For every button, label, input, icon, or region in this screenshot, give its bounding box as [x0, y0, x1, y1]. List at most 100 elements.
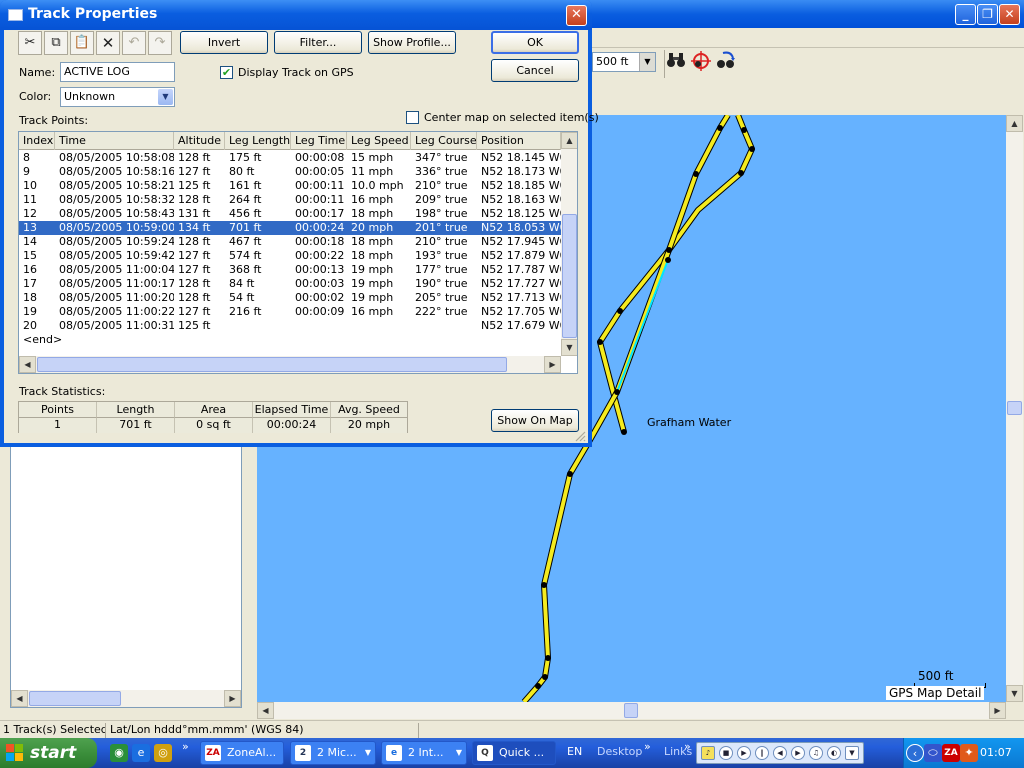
task-button-internet[interactable]: e 2 Int... ▼	[381, 741, 467, 765]
chevron-up-icon[interactable]: ▲	[1006, 115, 1023, 132]
copy-icon[interactable]: ⧉	[44, 31, 68, 55]
chevron-right-icon[interactable]: ▶	[224, 690, 241, 707]
chevron-down-icon[interactable]: ▼	[1006, 685, 1023, 702]
minimize-button[interactable]: _	[955, 4, 976, 25]
table-cell: 20 mph	[351, 221, 394, 234]
next-icon[interactable]: ▶	[791, 746, 805, 760]
chevron-left-icon[interactable]: ◀	[19, 356, 36, 373]
play-icon[interactable]: ▶	[737, 746, 751, 760]
display-on-gps-checkbox[interactable]: ✔	[220, 66, 233, 79]
task-button-microsoft[interactable]: 2 2 Mic... ▼	[290, 741, 376, 765]
app-close-button[interactable]: ✕	[999, 4, 1020, 25]
scroll-thumb[interactable]	[562, 214, 577, 338]
column-header-position[interactable]: Position	[477, 132, 561, 150]
find-next-icon[interactable]	[714, 51, 738, 75]
quicklaunch-icon[interactable]: ◎	[154, 744, 172, 762]
language-indicator[interactable]: EN	[567, 745, 582, 758]
chevron-down-icon[interactable]: ▼	[845, 746, 859, 760]
map-vscroll[interactable]: ▲ ▼	[1006, 115, 1023, 702]
show-on-map-button[interactable]: Show On Map	[491, 409, 579, 432]
previous-icon[interactable]: ◀	[773, 746, 787, 760]
zonealarm-icon[interactable]: ZA	[942, 744, 960, 762]
track-points-hscroll[interactable]: ◀ ▶	[19, 356, 561, 373]
name-input[interactable]: ACTIVE LOG	[60, 62, 175, 82]
chevron-right-icon[interactable]: ▶	[544, 356, 561, 373]
binoculars-icon[interactable]	[664, 51, 688, 75]
filter-button[interactable]: Filter...	[274, 31, 362, 54]
redo-icon[interactable]: ↷	[148, 31, 172, 55]
ie-icon[interactable]: e	[132, 744, 150, 762]
track-points-vscroll[interactable]: ▲ ▼	[561, 132, 577, 356]
chevron-down-icon[interactable]: ▼	[561, 339, 577, 356]
table-row[interactable]: 19 08/05/2005 11:00:22 127 ft 216 ft 00:00:0…	[19, 305, 561, 319]
column-header-leg-time[interactable]: Leg Time	[291, 132, 347, 150]
resize-grip-icon[interactable]	[574, 430, 586, 442]
task-button-quick[interactable]: Q Quick ...	[472, 741, 556, 765]
start-button[interactable]: start	[0, 738, 97, 768]
table-row[interactable]: 11 08/05/2005 10:58:32 128 ft 264 ft 00:00:1…	[19, 193, 561, 207]
table-row[interactable]: 13 08/05/2005 10:59:00 134 ft 701 ft 00:00:2…	[19, 221, 561, 235]
ok-button[interactable]: OK	[491, 31, 579, 54]
restore-button[interactable]: ❐	[977, 4, 998, 25]
track-points-list[interactable]: Index Time Altitude Leg Length Leg Time …	[18, 131, 578, 374]
scroll-thumb[interactable]	[37, 357, 507, 372]
security-icon[interactable]: ✦	[960, 744, 978, 762]
invert-button[interactable]: Invert	[180, 31, 268, 54]
zoom-select[interactable]: 500 ft ▼	[592, 52, 656, 72]
stop-icon[interactable]: ■	[719, 746, 733, 760]
table-row[interactable]: 15 08/05/2005 10:59:42 127 ft 574 ft 00:00:2…	[19, 249, 561, 263]
map-hscroll[interactable]: ◀ ▶	[257, 702, 1006, 719]
volume-icon[interactable]: ◐	[827, 746, 841, 760]
column-header-leg-speed[interactable]: Leg Speed	[347, 132, 411, 150]
quicklaunch-icon[interactable]: ◉	[110, 744, 128, 762]
scroll-thumb[interactable]	[29, 691, 121, 706]
network-icon[interactable]: ⬭	[924, 744, 942, 762]
table-cell: 08/05/2005 10:59:42	[59, 249, 174, 262]
list-end-marker[interactable]: <end>	[23, 333, 62, 346]
chevron-left-icon[interactable]: ◀	[11, 690, 28, 707]
chevron-double-right-icon[interactable]: »	[684, 740, 691, 753]
table-row[interactable]: 18 08/05/2005 11:00:20 128 ft 54 ft 00:00:02…	[19, 291, 561, 305]
color-select[interactable]: Unknown ▼	[60, 87, 175, 107]
pause-icon[interactable]: ‖	[755, 746, 769, 760]
chevron-up-icon[interactable]: ▲	[561, 132, 577, 149]
cancel-button[interactable]: Cancel	[491, 59, 579, 82]
task-button-zonealarm[interactable]: ZA ZoneAl...	[200, 741, 284, 765]
table-row[interactable]: 9 08/05/2005 10:58:16 127 ft 80 ft 00:00:05 1…	[19, 165, 561, 179]
chevron-left-icon[interactable]: ◀	[257, 702, 274, 719]
mute-icon[interactable]: ♫	[809, 746, 823, 760]
table-row[interactable]: 14 08/05/2005 10:59:24 128 ft 467 ft 00:00:1…	[19, 235, 561, 249]
chevron-double-right-icon[interactable]: »	[644, 740, 651, 753]
table-row[interactable]: 10 08/05/2005 10:58:21 125 ft 161 ft 00:00:1…	[19, 179, 561, 193]
table-row[interactable]: 17 08/05/2005 11:00:17 128 ft 84 ft 00:00:03…	[19, 277, 561, 291]
desktop-toolbar[interactable]: Desktop	[597, 745, 642, 758]
chevron-left-icon[interactable]: ‹	[906, 744, 924, 762]
paste-icon[interactable]: 📋	[70, 31, 94, 55]
left-panel-hscroll[interactable]: ◀ ▶	[11, 690, 241, 707]
table-row[interactable]: 8 08/05/2005 10:58:08 128 ft 175 ft 00:00:08…	[19, 151, 561, 165]
chevron-right-icon[interactable]: ▶	[989, 702, 1006, 719]
scroll-thumb[interactable]	[624, 703, 638, 718]
find-target-icon[interactable]	[689, 51, 713, 75]
column-header-time[interactable]: Time	[55, 132, 174, 150]
column-header-leg-length[interactable]: Leg Length	[225, 132, 291, 150]
column-header-index[interactable]: Index	[19, 132, 55, 150]
table-cell: 19 mph	[351, 277, 394, 290]
chevron-double-right-icon[interactable]: »	[182, 740, 189, 753]
table-row[interactable]: 16 08/05/2005 11:00:04 127 ft 368 ft 00:00:1…	[19, 263, 561, 277]
undo-icon[interactable]: ↶	[122, 31, 146, 55]
table-row[interactable]: 20 08/05/2005 11:00:31 125 ft N52 17.679 W0	[19, 319, 561, 333]
delete-icon[interactable]: ✕	[96, 31, 120, 55]
show-profile-button[interactable]: Show Profile...	[368, 31, 456, 54]
column-header-altitude[interactable]: Altitude	[174, 132, 225, 150]
media-player-icon[interactable]: ♪	[701, 746, 715, 760]
cut-icon[interactable]: ✂	[18, 31, 42, 55]
scroll-thumb[interactable]	[1007, 401, 1022, 415]
table-row[interactable]: 12 08/05/2005 10:58:43 131 ft 456 ft 00:00:1…	[19, 207, 561, 221]
table-cell: 00:00:22	[295, 249, 345, 262]
table-cell: 08/05/2005 10:58:08	[59, 151, 174, 164]
center-map-checkbox[interactable]	[406, 111, 419, 124]
column-header-leg-course[interactable]: Leg Course	[411, 132, 477, 150]
dialog-close-button[interactable]: ✕	[566, 5, 587, 26]
status-selection: 1 Track(s) Selected	[0, 723, 106, 738]
